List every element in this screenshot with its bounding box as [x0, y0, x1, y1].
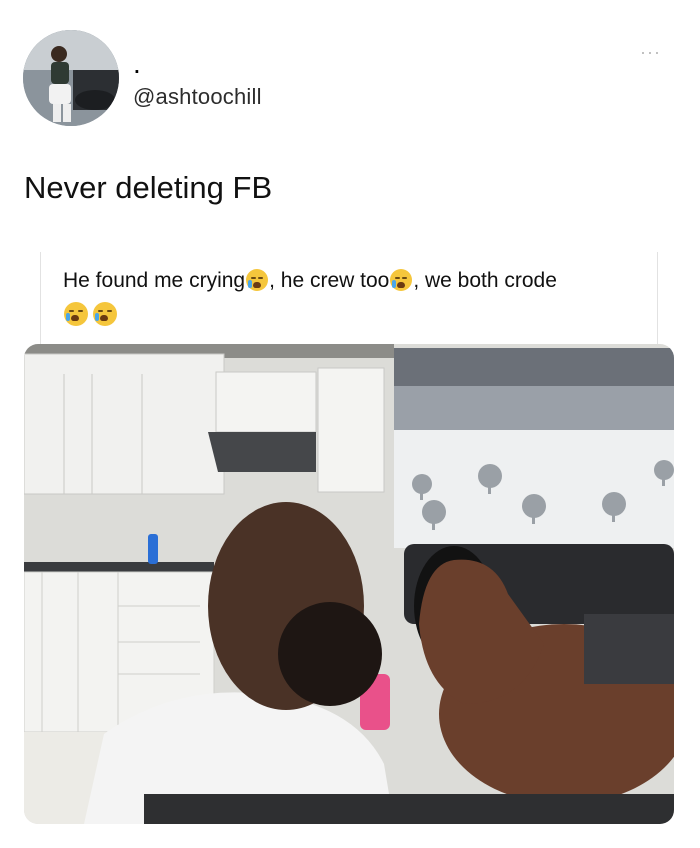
quoted-text-part-3: , we both crode	[413, 269, 557, 292]
quoted-text-part-2: , he crew too	[269, 269, 390, 292]
crying-face-emoji	[64, 302, 88, 326]
crying-face-emoji	[93, 302, 117, 326]
crying-face-emoji	[390, 269, 413, 291]
tweet-photo[interactable]	[24, 344, 674, 824]
quoted-post[interactable]: He found me crying , he crew too , we both…	[40, 252, 658, 344]
more-options-icon[interactable]: ···	[640, 42, 661, 63]
tweet-text: Never deleting FB	[24, 170, 273, 205]
photo-kitchen-scene	[24, 344, 674, 824]
display-name[interactable]: .	[133, 50, 141, 78]
avatar[interactable]	[23, 30, 119, 126]
crying-face-emoji	[246, 269, 269, 291]
avatar-photo	[23, 30, 119, 126]
quoted-text: He found me crying , he crew too , we both…	[63, 262, 647, 300]
quoted-text-part-1: He found me crying	[63, 269, 246, 292]
user-handle[interactable]: @ashtoochill	[133, 84, 262, 110]
quoted-emoji-row	[63, 302, 121, 327]
